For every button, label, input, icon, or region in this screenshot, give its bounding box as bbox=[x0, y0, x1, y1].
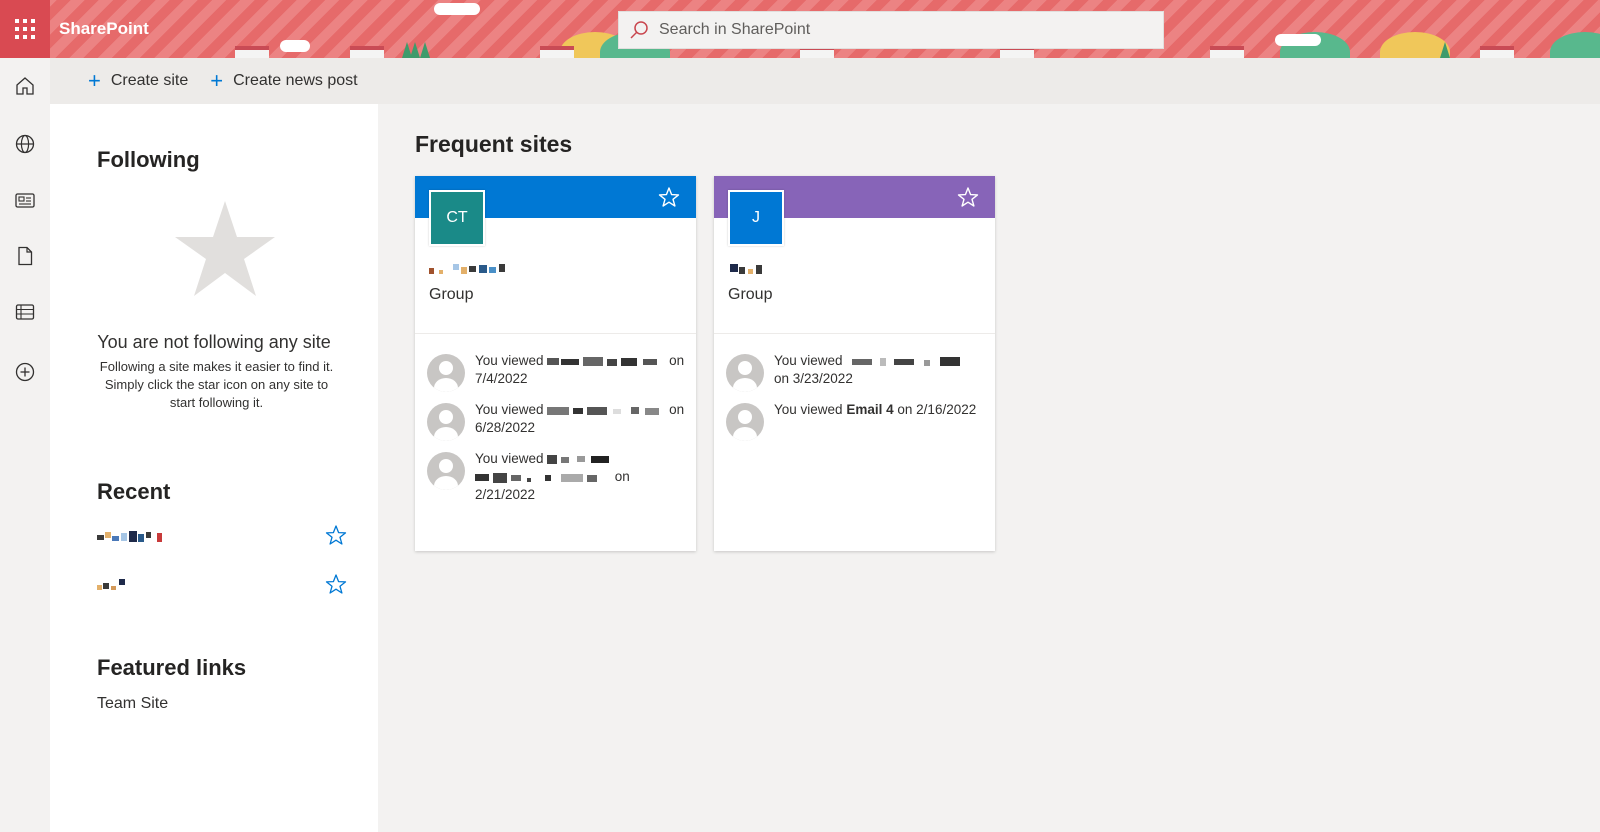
redacted-text bbox=[429, 264, 505, 274]
divider bbox=[714, 333, 995, 334]
avatar bbox=[427, 354, 465, 392]
recent-item[interactable] bbox=[97, 573, 347, 599]
create-news-post-button[interactable]: + Create news post bbox=[210, 70, 357, 92]
avatar bbox=[726, 403, 764, 441]
following-title: Following bbox=[97, 147, 200, 172]
list-icon[interactable] bbox=[10, 297, 40, 327]
decor-tree bbox=[420, 42, 430, 58]
recent-title: Recent bbox=[97, 479, 171, 504]
avatar bbox=[427, 403, 465, 441]
decor-house bbox=[1210, 46, 1244, 58]
create-site-button[interactable]: + Create site bbox=[88, 70, 188, 92]
news-icon[interactable] bbox=[10, 185, 40, 215]
follow-star-icon[interactable] bbox=[325, 573, 347, 600]
document-icon[interactable] bbox=[10, 241, 40, 271]
decor-cloud bbox=[280, 40, 310, 52]
redacted-text bbox=[475, 472, 597, 483]
home-icon[interactable] bbox=[10, 71, 40, 101]
site-logo: J bbox=[728, 190, 784, 246]
follow-star-icon[interactable] bbox=[658, 186, 680, 213]
globe-icon[interactable] bbox=[10, 129, 40, 159]
featured-links-title: Featured links bbox=[97, 655, 247, 680]
follow-star-icon[interactable] bbox=[957, 186, 979, 213]
decor-house bbox=[350, 46, 384, 58]
activity-prefix: You viewed bbox=[774, 353, 843, 368]
decor-hill bbox=[1550, 32, 1600, 58]
activity-prefix: You viewed bbox=[774, 402, 843, 417]
activity-date: on 3/23/2022 bbox=[774, 371, 853, 386]
activity-prefix: You viewed bbox=[475, 353, 544, 368]
activity-item-name[interactable]: Email 4 bbox=[846, 402, 893, 417]
activity-text: You viewed on 7/4/2022 bbox=[475, 352, 687, 388]
waffle-icon bbox=[15, 19, 35, 39]
activity-prefix: You viewed bbox=[475, 402, 544, 417]
redacted-text bbox=[547, 356, 658, 366]
star-icon bbox=[175, 199, 275, 304]
create-site-label: Create site bbox=[110, 72, 189, 89]
search-input[interactable]: Search in SharePoint bbox=[659, 21, 810, 39]
follow-star-icon[interactable] bbox=[325, 524, 347, 551]
activity-text: You viewed on 6/28/2022 bbox=[475, 401, 687, 437]
avatar bbox=[726, 354, 764, 392]
site-card[interactable]: J Group You viewed on 3/23/2022 You view… bbox=[714, 176, 995, 551]
frequent-sites-title: Frequent sites bbox=[415, 131, 573, 157]
activity-prefix: You viewed bbox=[475, 451, 544, 466]
site-logo: CT bbox=[429, 190, 485, 246]
site-card[interactable]: CT Group You viewed on 7/4/2022 You view… bbox=[415, 176, 696, 551]
redacted-text bbox=[730, 264, 762, 274]
brand-link[interactable]: SharePoint bbox=[59, 19, 149, 39]
site-type: Group bbox=[429, 286, 474, 303]
suite-bar: SharePoint Search in SharePoint bbox=[0, 0, 1600, 58]
empty-following-title: You are not following any site bbox=[97, 332, 331, 352]
recent-item[interactable] bbox=[97, 524, 347, 550]
decor-cloud bbox=[434, 3, 480, 15]
featured-link-team-site[interactable]: Team Site bbox=[97, 695, 168, 713]
site-type: Group bbox=[728, 286, 773, 303]
decor-house bbox=[540, 46, 574, 58]
activity-date: on bbox=[614, 469, 630, 484]
redacted-text bbox=[547, 454, 610, 464]
activity-date: 2/21/2022 bbox=[475, 487, 536, 502]
decor-house bbox=[235, 46, 269, 58]
redacted-text bbox=[97, 579, 125, 590]
activity-text: You viewed Email 4 on 2/16/2022 bbox=[774, 401, 986, 419]
decor-tree bbox=[402, 42, 412, 58]
avatar bbox=[427, 452, 465, 490]
decor-house bbox=[1480, 46, 1514, 58]
decor-cloud bbox=[1275, 34, 1321, 46]
command-bar: + Create site + Create news post bbox=[50, 58, 1600, 104]
nav-rail bbox=[0, 58, 50, 832]
search-box[interactable]: Search in SharePoint bbox=[618, 11, 1164, 49]
create-news-post-label: Create news post bbox=[233, 72, 358, 89]
divider bbox=[415, 333, 696, 334]
redacted-text bbox=[547, 406, 660, 415]
activity-text: You viewed on 3/23/2022 bbox=[774, 352, 986, 388]
decor-tree bbox=[1440, 42, 1450, 58]
empty-following-desc: Following a site makes it easier to find… bbox=[99, 359, 334, 410]
app-launcher-button[interactable] bbox=[0, 0, 50, 58]
redacted-text bbox=[852, 356, 961, 366]
plus-icon: + bbox=[210, 68, 224, 93]
activity-text: You viewed on 2/21/2022 bbox=[475, 450, 687, 504]
redacted-text bbox=[97, 531, 162, 542]
search-icon bbox=[619, 11, 659, 49]
activity-date: on bbox=[897, 402, 913, 417]
add-circle-icon[interactable] bbox=[10, 357, 40, 387]
activity-date: 2/16/2022 bbox=[916, 402, 977, 417]
plus-icon: + bbox=[88, 68, 101, 93]
left-panel: Following You are not following any site… bbox=[50, 104, 378, 832]
